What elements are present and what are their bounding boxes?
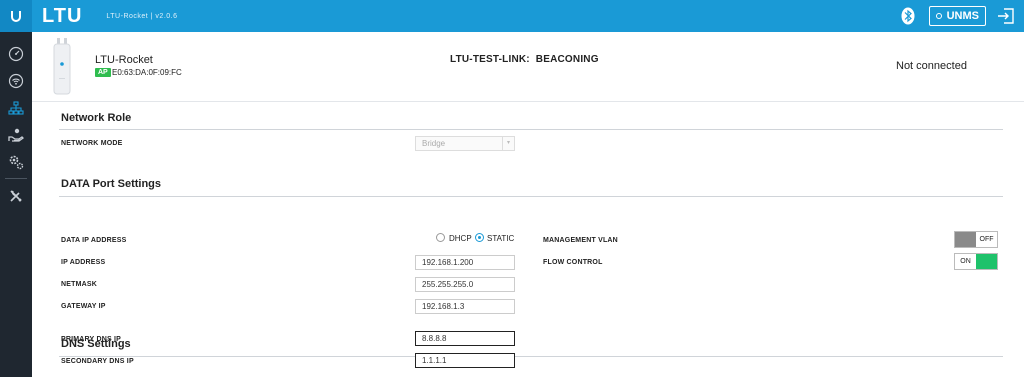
secondary-dns-label: SECONDARY DNS IP: [61, 358, 134, 365]
sidebar-divider: [5, 178, 27, 179]
flow-control-label: FLOW CONTROL: [543, 259, 603, 266]
ip-address-input[interactable]: 192.168.1.200: [415, 255, 515, 270]
services-icon: [8, 128, 24, 142]
toggle-state: OFF: [976, 232, 997, 247]
settings-icon: [9, 155, 24, 169]
sidebar-item-services[interactable]: [0, 121, 32, 148]
sidebar-item-tools[interactable]: [0, 182, 32, 209]
link-status: LTU-TEST-LINK: BEACONING: [450, 54, 599, 65]
brand-title: LTU: [42, 4, 83, 27]
ubiquiti-logo-icon[interactable]: [0, 0, 32, 32]
section-divider: [59, 196, 1003, 197]
settings-form: Network Role NETWORK MODE Bridge ▾ DATA …: [59, 104, 1003, 374]
dashboard-icon: [8, 46, 24, 61]
network-mode-select[interactable]: Bridge ▾: [415, 136, 515, 151]
gateway-ip-input[interactable]: 192.168.1.3: [415, 299, 515, 314]
unms-label: UNMS: [946, 10, 979, 22]
section-title-network-role: Network Role: [61, 112, 132, 124]
sidebar-item-settings[interactable]: [0, 148, 32, 175]
bluetooth-icon[interactable]: [897, 5, 919, 27]
toggle-knob: [976, 254, 997, 269]
logout-icon[interactable]: [996, 6, 1016, 26]
primary-dns-label: PRIMARY DNS IP: [61, 336, 121, 343]
unms-status-icon: [935, 13, 942, 19]
gateway-ip-label: GATEWAY IP: [61, 303, 106, 310]
chevron-down-icon: ▾: [502, 137, 514, 150]
brand-subtitle: LTU-Rocket | v2.0.6: [106, 12, 178, 20]
network-icon: [8, 100, 24, 115]
device-name: LTU-Rocket: [95, 54, 153, 66]
static-radio[interactable]: [475, 233, 484, 242]
ip-address-label: IP ADDRESS: [61, 259, 106, 266]
netmask-input[interactable]: 255.255.255.0: [415, 277, 515, 292]
section-divider: [59, 129, 1003, 130]
dhcp-radio[interactable]: [436, 233, 445, 242]
flow-control-toggle[interactable]: ON: [954, 253, 998, 270]
toggle-state: ON: [955, 254, 976, 269]
dhcp-label: DHCP: [449, 234, 472, 243]
sidebar-item-network[interactable]: [0, 94, 32, 121]
sidebar: [0, 32, 32, 377]
device-image: [52, 38, 72, 96]
device-mac: E0:63:DA:0F:09:FC: [112, 68, 182, 77]
connection-status: Not connected: [896, 60, 967, 72]
main-content: LTU-Rocket AP E0:63:DA:0F:09:FC LTU-TEST…: [32, 32, 1024, 377]
management-vlan-toggle[interactable]: OFF: [954, 231, 998, 248]
unms-button[interactable]: UNMS: [928, 6, 986, 26]
toggle-knob: [955, 232, 976, 247]
top-bar: LTU LTU-Rocket | v2.0.6 UNMS: [0, 0, 1024, 32]
secondary-dns-input[interactable]: 1.1.1.1: [415, 353, 515, 368]
network-mode-label: NETWORK MODE: [61, 140, 123, 147]
tools-icon: [10, 189, 22, 202]
data-ip-address-label: DATA IP ADDRESS: [61, 237, 127, 244]
static-label: STATIC: [487, 234, 515, 243]
ap-mode-badge: AP: [95, 68, 111, 77]
section-divider: [59, 356, 1003, 357]
management-vlan-label: MANAGEMENT VLAN: [543, 237, 618, 244]
device-header: LTU-Rocket AP E0:63:DA:0F:09:FC LTU-TEST…: [32, 32, 1024, 102]
sidebar-item-wireless[interactable]: [0, 67, 32, 94]
netmask-label: NETMASK: [61, 281, 98, 288]
section-title-data-port: DATA Port Settings: [61, 178, 162, 190]
wireless-icon: [8, 73, 24, 88]
network-mode-value: Bridge: [422, 139, 446, 148]
primary-dns-input[interactable]: 8.8.8.8: [415, 331, 515, 346]
sidebar-item-dashboard[interactable]: [0, 40, 32, 67]
